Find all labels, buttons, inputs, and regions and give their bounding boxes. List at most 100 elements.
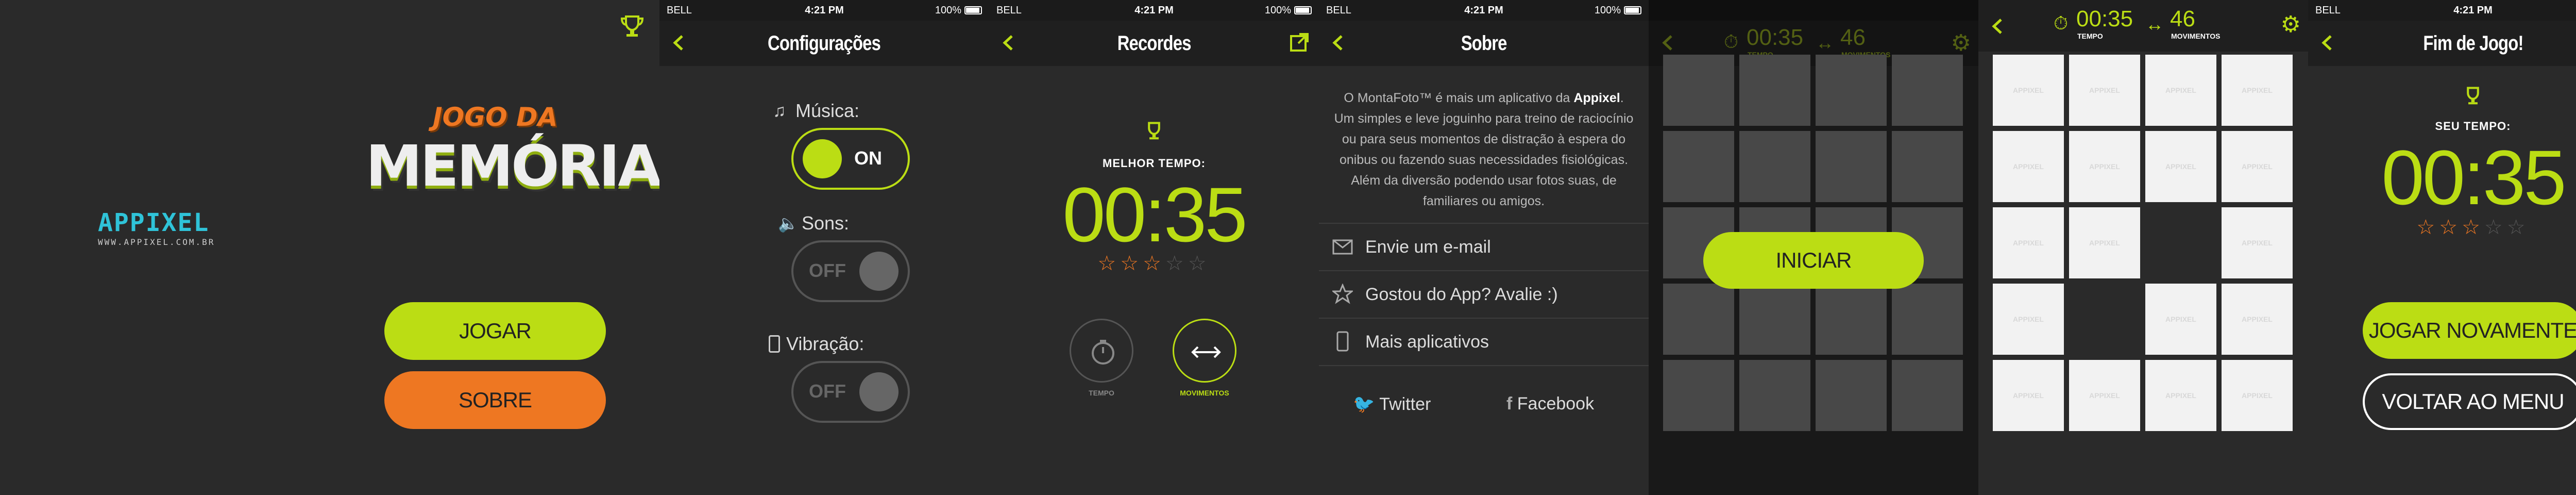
card[interactable]: APPIXEL xyxy=(2069,360,2140,431)
desc-post: . Um simples e leve joguinho para treino… xyxy=(1334,91,1634,208)
twitter-link[interactable]: 🐦 Twitter xyxy=(1353,394,1431,415)
stage: APPIXEL WWW.APPIXEL.COM.BR JOGO DA MEMÓR… xyxy=(0,0,2576,495)
play-button-label: JOGAR xyxy=(459,319,532,343)
status-bar: BELL 4:21 PM 100% xyxy=(659,0,989,21)
timer-icon: ⏱ xyxy=(2054,12,2069,34)
game-time-label: TEMPO xyxy=(2077,32,2103,40)
phone-icon xyxy=(769,335,780,353)
facebook-icon: f xyxy=(1506,394,1517,414)
card[interactable]: APPIXEL xyxy=(2069,207,2140,278)
battery-level: 100% xyxy=(1594,5,1621,16)
share-icon[interactable] xyxy=(1286,30,1312,56)
trophy-icon xyxy=(2462,85,2484,110)
clock: 4:21 PM xyxy=(2453,5,2493,16)
game-start-screen: ⏱ 00:35 TEMPO ↔ 46 MOVIMENTOS ⚙ INICIAR xyxy=(1649,0,1978,495)
more-apps-row[interactable]: Mais aplicativos xyxy=(1319,318,1649,365)
your-time-label: SEU TEMPO: xyxy=(2435,120,2511,133)
card[interactable]: APPIXEL xyxy=(2069,55,2140,126)
settings-gear-icon[interactable]: ⚙ xyxy=(2281,11,2301,38)
game-screen: ⏱ 00:35 TEMPO ↔ 46 MOVIMENTOS ⚙ APPIXEL A… xyxy=(1978,0,2308,495)
facebook-link[interactable]: f Facebook xyxy=(1506,394,1594,414)
desc-brand: Appixel xyxy=(1573,91,1620,105)
card[interactable]: APPIXEL xyxy=(2145,284,2216,355)
card[interactable]: APPIXEL xyxy=(1993,131,2064,202)
card[interactable]: APPIXEL xyxy=(1993,207,2064,278)
vibration-toggle[interactable]: OFF xyxy=(791,361,910,423)
game-nav-bar: ⏱ 00:35 TEMPO ↔ 46 MOVIMENTOS ⚙ xyxy=(1978,0,2308,52)
battery-level: 100% xyxy=(1264,5,1291,16)
card[interactable]: APPIXEL xyxy=(2069,131,2140,202)
card[interactable]: APPIXEL xyxy=(2222,131,2293,202)
card[interactable]: APPIXEL xyxy=(1993,55,2064,126)
tab-moves[interactable] xyxy=(1173,319,1236,383)
email-label: Envie um e-mail xyxy=(1365,237,1491,257)
card[interactable]: APPIXEL xyxy=(2145,55,2216,126)
status-bar: BELL 4:21 PM 100% xyxy=(1319,0,1649,21)
rating-stars: ☆☆☆☆☆ xyxy=(2416,216,2530,239)
battery-level: 100% xyxy=(935,5,961,16)
vibration-toggle-state: OFF xyxy=(809,381,846,402)
facebook-label: Facebook xyxy=(1517,394,1595,414)
card[interactable]: APPIXEL xyxy=(2145,360,2216,431)
back-chevron-icon[interactable] xyxy=(996,30,1022,56)
about-button[interactable]: SOBRE xyxy=(384,371,606,429)
status-bar: BELL 4:21 PM 100% xyxy=(989,0,1319,21)
music-note-icon: ♫ xyxy=(773,101,786,121)
music-label: Música: xyxy=(795,100,860,121)
start-button[interactable]: INICIAR xyxy=(1703,232,1924,289)
back-chevron-icon[interactable] xyxy=(667,30,692,56)
game-moves: 46 xyxy=(2170,6,2195,31)
nav-bar: Sobre xyxy=(1319,21,1649,66)
battery-icon xyxy=(1294,6,1312,14)
tab-time-label: TEMPO xyxy=(1089,389,1114,397)
desc-pre: O MontaFoto™ é mais um aplicativo da xyxy=(1344,91,1574,105)
moves-icon: ↔ xyxy=(2145,13,2164,35)
tab-moves-label: MOVIMENTOS xyxy=(1180,389,1229,397)
toggle-knob xyxy=(859,252,899,291)
card[interactable]: APPIXEL xyxy=(2222,284,2293,355)
card[interactable]: APPIXEL xyxy=(2222,55,2293,126)
play-button[interactable]: JOGAR xyxy=(384,302,606,360)
page-title: Sobre xyxy=(1461,31,1507,55)
vibration-label: Vibração: xyxy=(786,333,865,354)
back-to-menu-button[interactable]: VOLTAR AO MENU xyxy=(2363,373,2576,430)
nav-bar: Configurações xyxy=(659,21,989,66)
card[interactable]: APPIXEL xyxy=(2222,207,2293,278)
game-over-screen: BELL 4:21 PM 100% Fim de Jogo! SEU TEMPO… xyxy=(2308,0,2576,495)
email-row[interactable]: Envie um e-mail xyxy=(1319,223,1649,270)
game-title-logo: JOGO DA MEMÓRIA xyxy=(361,97,662,216)
more-apps-label: Mais aplicativos xyxy=(1365,332,1489,352)
toggle-knob xyxy=(803,139,842,178)
card[interactable]: APPIXEL xyxy=(2145,131,2216,202)
final-time: 00:35 xyxy=(2381,134,2566,221)
about-button-label: SOBRE xyxy=(458,388,532,412)
sounds-toggle[interactable]: OFF xyxy=(791,240,910,302)
nav-bar: Fim de Jogo! xyxy=(2308,21,2576,66)
battery-icon xyxy=(1624,6,1641,14)
game-title-bottom: MEMÓRIA xyxy=(366,133,662,199)
logo-text: APPIXEL xyxy=(98,208,210,237)
trophy-icon[interactable] xyxy=(618,12,646,40)
battery-icon xyxy=(964,6,982,14)
back-chevron-icon[interactable] xyxy=(1986,13,2011,39)
rating-stars: ☆☆☆☆☆ xyxy=(1097,252,1211,275)
back-chevron-icon[interactable] xyxy=(2315,30,2341,56)
music-toggle[interactable]: ON xyxy=(791,128,910,190)
speaker-icon: 🔈 xyxy=(778,214,799,233)
page-title: Fim de Jogo! xyxy=(2422,31,2523,55)
sounds-label: Sons: xyxy=(802,212,850,234)
card[interactable]: APPIXEL xyxy=(1993,284,2064,355)
home-screen: APPIXEL WWW.APPIXEL.COM.BR xyxy=(0,0,330,495)
social-row: 🐦 Twitter f Facebook xyxy=(1319,365,1649,448)
trophy-icon xyxy=(1143,120,1165,145)
rate-row[interactable]: Gostou do App? Avalie :) xyxy=(1319,270,1649,318)
twitter-icon: 🐦 xyxy=(1353,394,1380,414)
play-again-button[interactable]: JOGAR NOVAMENTE xyxy=(2363,302,2576,359)
music-toggle-state: ON xyxy=(854,147,882,169)
card[interactable]: APPIXEL xyxy=(2222,360,2293,431)
card[interactable]: APPIXEL xyxy=(1993,360,2064,431)
empty-slot xyxy=(2145,207,2216,278)
back-chevron-icon[interactable] xyxy=(1326,30,1352,56)
tab-time[interactable] xyxy=(1070,319,1133,383)
game-moves-label: MOVIMENTOS xyxy=(2171,32,2221,40)
